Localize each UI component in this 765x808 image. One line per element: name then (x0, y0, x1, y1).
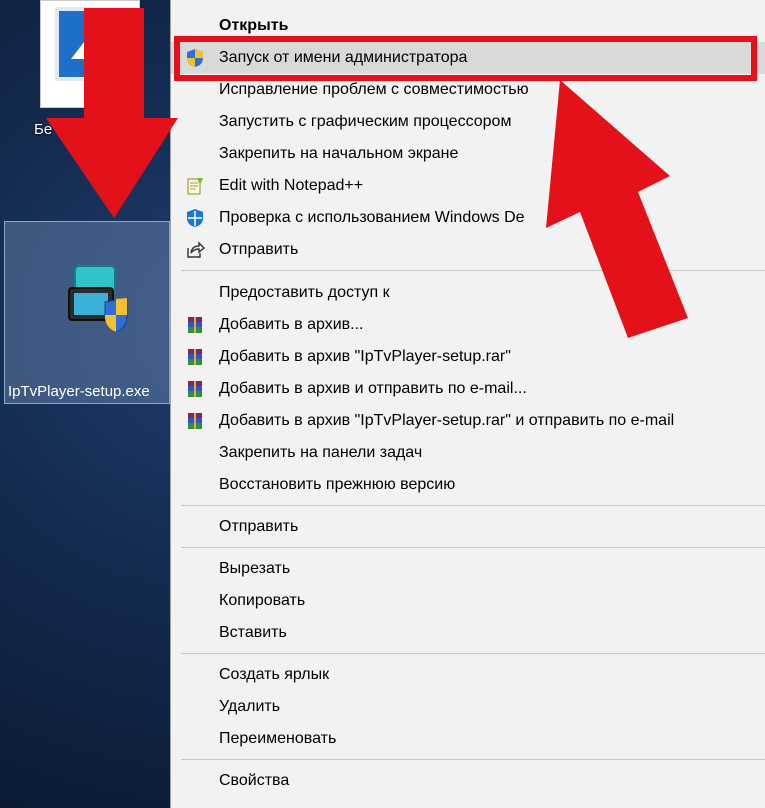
share-icon (187, 241, 205, 258)
menu-item-paste[interactable]: Вставить (171, 617, 765, 649)
menu-item-edit-notepadpp[interactable]: Edit with Notepad++ (171, 170, 765, 202)
menu-separator (181, 759, 765, 760)
menu-item-label: Добавить в архив "IpTvPlayer-setup.rar" … (219, 412, 675, 429)
menu-item-label: Проверка с использованием Windows De (219, 209, 525, 226)
menu-item-label: Закрепить на панели задач (219, 444, 423, 461)
menu-item-create-shortcut[interactable]: Создать ярлык (171, 659, 765, 691)
menu-item-label: Свойства (219, 772, 290, 789)
winrar-icon (188, 381, 202, 397)
menu-item-send-to[interactable]: Отправить (171, 511, 765, 543)
desktop-icon-selected-label: IpTvPlayer-setup.exe (8, 383, 150, 400)
menu-item-restore-previous[interactable]: Восстановить прежнюю версию (171, 469, 765, 501)
menu-item-run-with-gpu[interactable]: Запустить с графическим процессором (171, 106, 765, 138)
menu-item-label: Исправление проблем с совместимостью (219, 81, 529, 98)
menu-item-label: Закрепить на начальном экране (219, 145, 459, 162)
menu-item-pin-to-taskbar[interactable]: Закрепить на панели задач (171, 437, 765, 469)
notepad-plus-plus-icon (187, 178, 203, 195)
winrar-icon (188, 349, 202, 365)
menu-item-copy[interactable]: Копировать (171, 585, 765, 617)
menu-separator (181, 653, 765, 654)
menu-separator (181, 505, 765, 506)
menu-item-label: Добавить в архив "IpTvPlayer-setup.rar" (219, 348, 511, 365)
menu-item-label: Переименовать (219, 730, 337, 747)
windows-defender-icon (187, 209, 203, 227)
menu-item-label: Создать ярлык (219, 666, 330, 683)
menu-separator (181, 270, 765, 271)
menu-item-share[interactable]: Отправить (171, 234, 765, 266)
menu-separator (181, 547, 765, 548)
menu-item-give-access[interactable]: Предоставить доступ к (171, 277, 765, 309)
app-icon-blue (55, 7, 135, 81)
uac-shield-icon (187, 49, 203, 67)
menu-item-add-to-archive[interactable]: Добавить в архив... (171, 309, 765, 341)
menu-item-defender-scan[interactable]: Проверка с использованием Windows De (171, 202, 765, 234)
menu-item-label: Предоставить доступ к (219, 284, 390, 301)
menu-item-label: Восстановить прежнюю версию (219, 476, 456, 493)
menu-item-cut[interactable]: Вырезать (171, 553, 765, 585)
menu-item-label: Добавить в архив... (219, 316, 364, 333)
menu-item-open[interactable]: Открыть (171, 10, 765, 42)
menu-item-add-to-named-archive[interactable]: Добавить в архив "IpTvPlayer-setup.rar" (171, 341, 765, 373)
desktop-icon-selected[interactable] (4, 221, 170, 404)
winrar-icon (188, 317, 202, 333)
menu-item-named-archive-and-email[interactable]: Добавить в архив "IpTvPlayer-setup.rar" … (171, 405, 765, 437)
menu-item-label: Edit with Notepad++ (219, 177, 364, 194)
desktop-icon-top-label: Бе (34, 121, 53, 138)
iptv-player-app-icon (68, 265, 128, 333)
menu-item-archive-and-email[interactable]: Добавить в архив и отправить по e-mail..… (171, 373, 765, 405)
menu-item-label: Копировать (219, 592, 306, 609)
winrar-icon (188, 413, 202, 429)
menu-item-properties[interactable]: Свойства (171, 765, 765, 797)
menu-item-label: Запуск от имени администратора (219, 49, 468, 66)
menu-item-rename[interactable]: Переименовать (171, 723, 765, 755)
menu-item-label: Открыть (219, 17, 289, 34)
menu-item-label: Отправить (219, 518, 299, 535)
menu-item-label: Вставить (219, 624, 287, 641)
menu-item-run-as-admin[interactable]: Запуск от имени администратора (171, 42, 765, 74)
menu-item-label: Отправить (219, 241, 299, 258)
menu-item-label: Запустить с графическим процессором (219, 113, 512, 130)
menu-item-troubleshoot-compat[interactable]: Исправление проблем с совместимостью (171, 74, 765, 106)
menu-item-label: Удалить (219, 698, 281, 715)
desktop-icon-top[interactable] (40, 0, 140, 108)
menu-item-pin-to-start[interactable]: Закрепить на начальном экране (171, 138, 765, 170)
context-menu: Открыть Запуск от имени администратора И… (170, 0, 765, 808)
menu-item-delete[interactable]: Удалить (171, 691, 765, 723)
menu-item-label: Добавить в архив и отправить по e-mail..… (219, 380, 527, 397)
menu-item-label: Вырезать (219, 560, 291, 577)
